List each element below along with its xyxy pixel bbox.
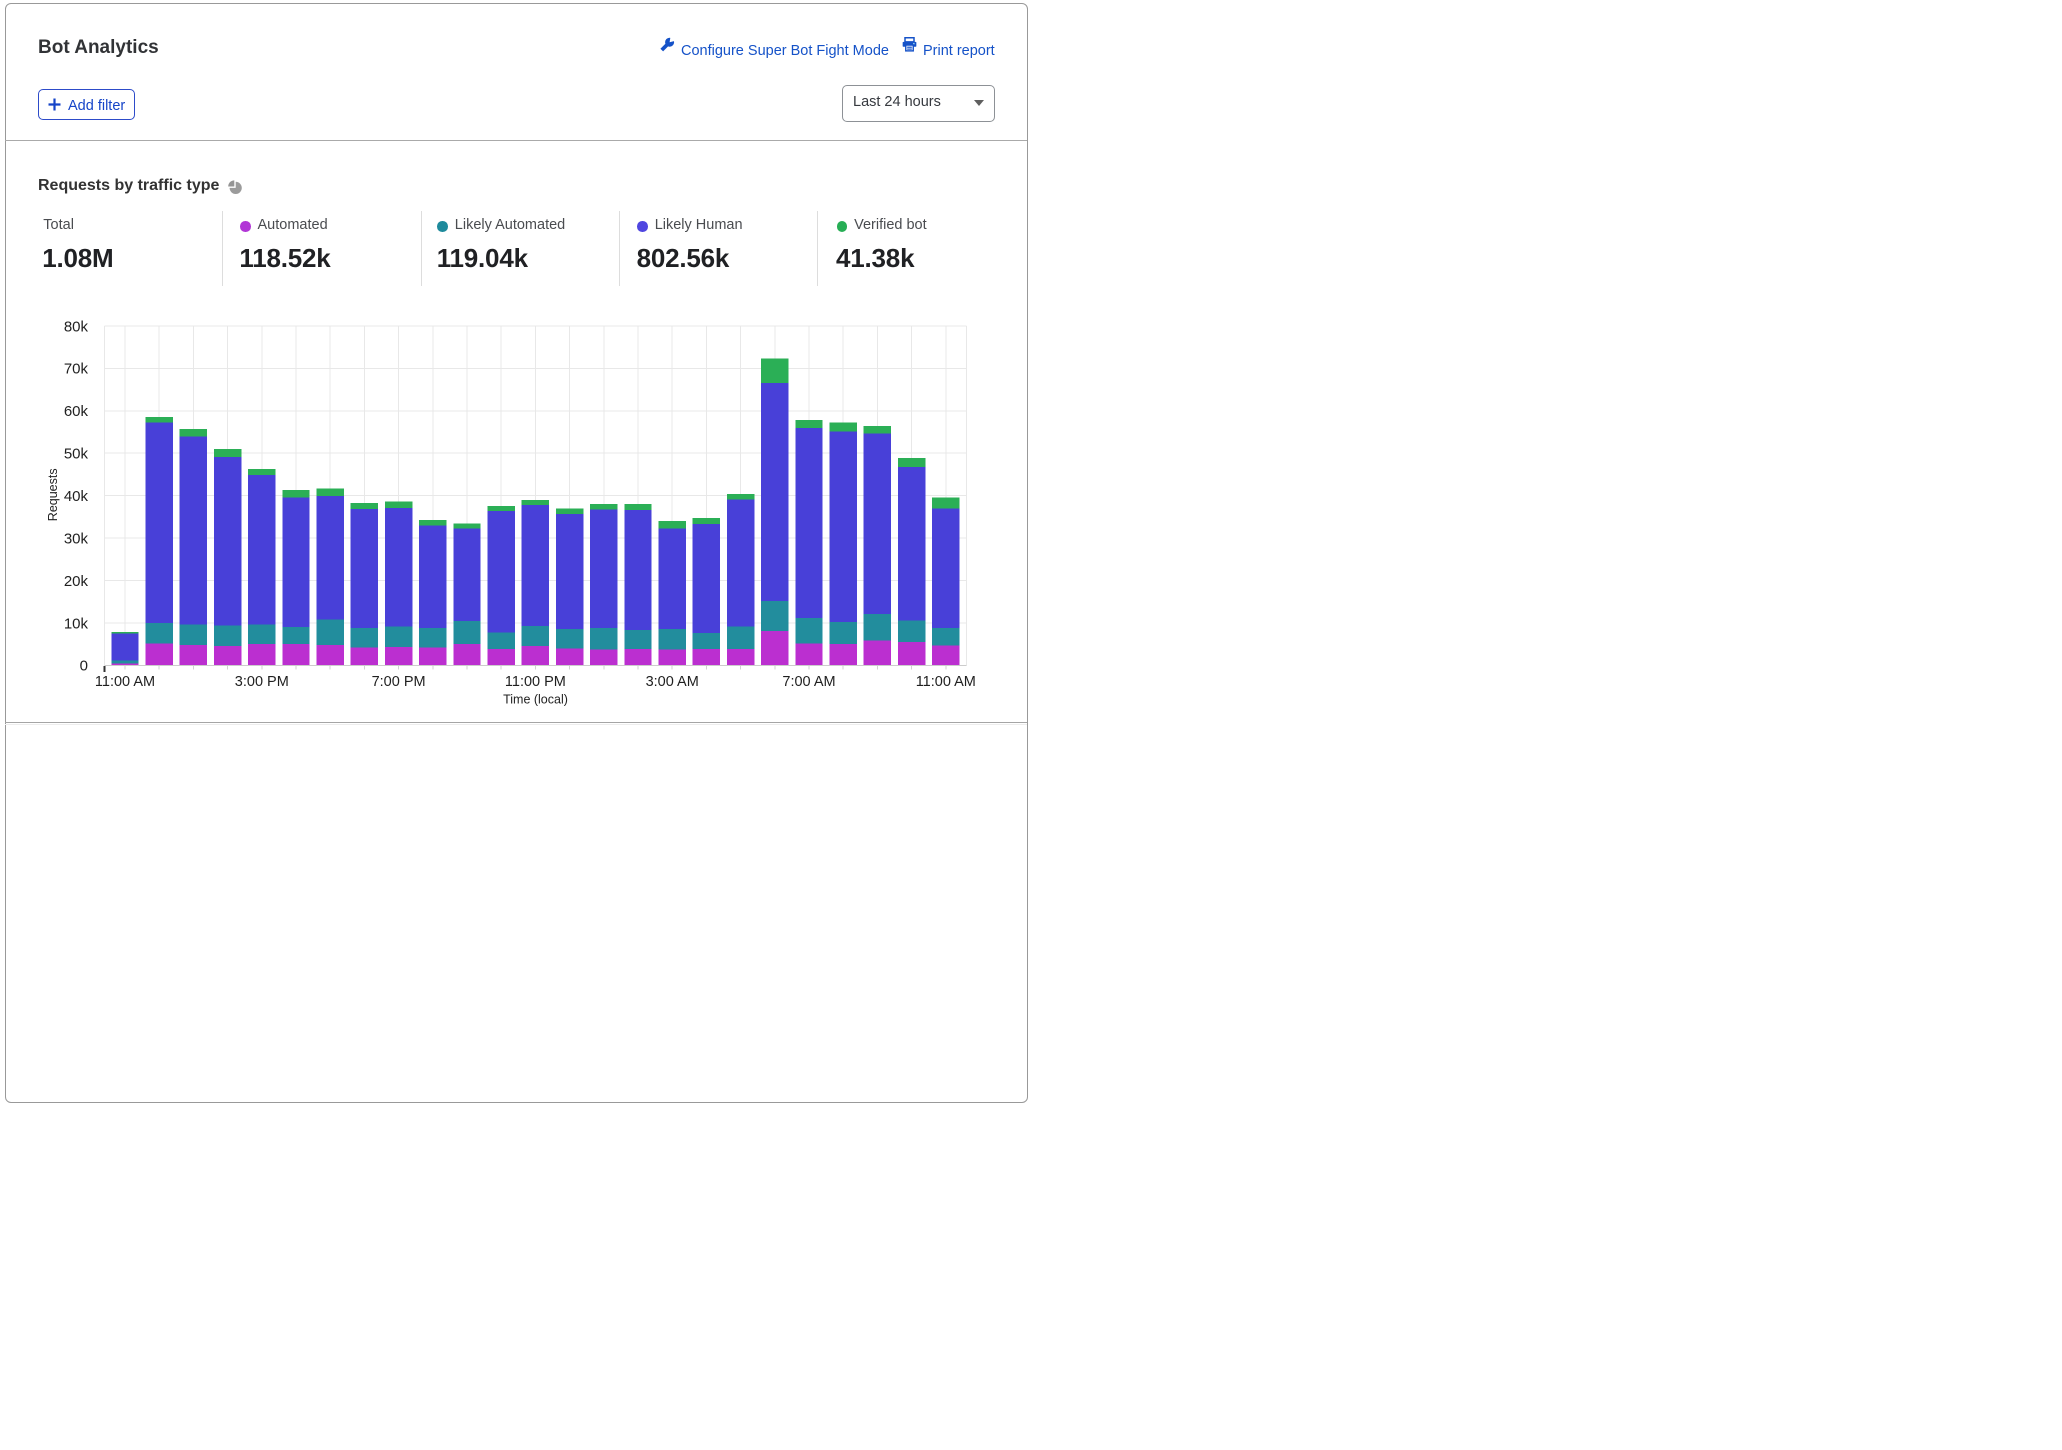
svg-text:Time (local): Time (local) (503, 693, 568, 707)
svg-text:60k: 60k (64, 403, 89, 420)
svg-text:70k: 70k (64, 361, 89, 378)
svg-text:11:00 AM: 11:00 AM (95, 674, 155, 690)
svg-text:40k: 40k (64, 488, 89, 505)
svg-text:3:00 PM: 3:00 PM (235, 674, 289, 690)
svg-text:11:00 PM: 11:00 PM (505, 674, 566, 690)
svg-text:7:00 PM: 7:00 PM (372, 674, 426, 690)
svg-text:20k: 20k (64, 573, 89, 590)
svg-text:0: 0 (80, 658, 88, 675)
svg-text:Requests: Requests (46, 468, 60, 521)
svg-text:50k: 50k (64, 446, 89, 463)
svg-text:10k: 10k (64, 615, 89, 632)
svg-text:11:00 AM: 11:00 AM (916, 674, 976, 690)
svg-text:80k: 80k (64, 318, 89, 335)
svg-text:30k: 30k (64, 530, 89, 547)
svg-text:7:00 AM: 7:00 AM (782, 674, 835, 690)
svg-text:3:00 AM: 3:00 AM (646, 674, 699, 690)
